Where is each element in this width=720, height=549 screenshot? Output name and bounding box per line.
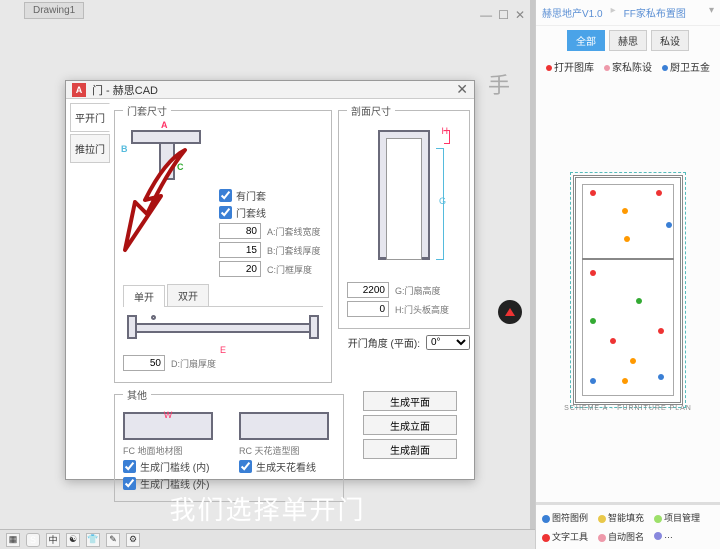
input-b[interactable] <box>219 242 261 258</box>
right-panel-header: 赫思地产V1.0 ▸ FF家私布置图 ▾ <box>536 0 720 26</box>
open-angle-select[interactable]: 0° <box>426 335 470 350</box>
frame-diagram: A B C <box>123 124 213 184</box>
tool-item[interactable]: 智能填充 <box>598 511 644 524</box>
other-legend: 其他 <box>123 387 151 402</box>
input-h[interactable] <box>347 301 389 317</box>
rp-link-version[interactable]: 赫思地产V1.0 <box>542 5 603 20</box>
status-icon-4[interactable]: ✎ <box>106 533 120 547</box>
status-lang[interactable]: 中 <box>46 533 60 547</box>
dialog-title: 门 - 赫思CAD <box>92 82 158 98</box>
tool-item[interactable]: 图符图例 <box>542 511 588 524</box>
legend-item[interactable]: 家私陈设 <box>604 59 652 74</box>
document-tab[interactable]: Drawing1 <box>24 2 84 19</box>
rc-label: RC 天花造型图 <box>239 444 335 457</box>
door-type-tabs: 平开门 推拉门 <box>70 103 110 502</box>
input-d[interactable] <box>123 355 165 371</box>
fc-label: FC 地面地材图 <box>123 444 219 457</box>
chk-frame-line[interactable]: 门套线 <box>219 205 323 220</box>
tools-row: 图符图例智能填充项目管理文字工具自动图名 … <box>536 502 720 549</box>
window-controls: — ☐ ✕ <box>480 8 525 22</box>
section-size-legend: 剖面尺寸 <box>347 103 395 118</box>
chevron-down-icon[interactable]: ▾ <box>709 5 714 20</box>
close-icon[interactable]: ✕ <box>515 8 525 22</box>
plan-caption: SCHEME A · FURNITURE PLAN <box>536 405 720 412</box>
chk-fc2[interactable]: 生成门槛线 (外) <box>123 476 219 491</box>
section-diagram: H G <box>364 126 444 276</box>
switch-all[interactable]: 全部 <box>567 30 605 51</box>
btn-gen-plan[interactable]: 生成平面 <box>363 391 457 411</box>
app-icon: A <box>72 83 86 97</box>
input-a[interactable] <box>219 223 261 239</box>
compass-icon[interactable] <box>498 300 522 324</box>
legend-item[interactable]: 厨卫五金 <box>662 59 710 74</box>
category-legend: 打开图库家私陈设厨卫五金 <box>536 55 720 78</box>
floorplan-preview[interactable]: SCHEME A · FURNITURE PLAN <box>536 78 720 502</box>
vtab-swing[interactable]: 平开门 <box>70 103 110 132</box>
tool-item[interactable]: 项目管理 <box>654 511 700 524</box>
restore-icon[interactable]: ☐ <box>498 8 509 22</box>
tool-item[interactable]: 自动图名 <box>598 530 644 543</box>
min-icon[interactable]: — <box>480 8 492 22</box>
right-panel: 赫思地产V1.0 ▸ FF家私布置图 ▾ 全部 赫思 私设 打开图库家私陈设厨卫… <box>535 0 720 549</box>
frame-size-legend: 门套尺寸 <box>123 103 171 118</box>
ime-icon[interactable]: S <box>26 533 40 547</box>
tool-item[interactable]: … <box>654 530 673 543</box>
dialog-close-icon[interactable]: ✕ <box>456 81 468 98</box>
htab-single[interactable]: 单开 <box>123 285 165 307</box>
leaf-plan-diagram: E <box>125 313 321 351</box>
status-icon-5[interactable]: ⚙ <box>126 533 140 547</box>
chk-has-frame[interactable]: 有门套 <box>219 188 323 203</box>
frame-size-group: 门套尺寸 A B C 有门套 门套线 A:门套线宽度 B:门套线厚度 C:门框厚… <box>114 103 332 383</box>
section-size-group: 剖面尺寸 H G G:门扇高度 H:门头板高度 <box>338 103 470 329</box>
input-g[interactable] <box>347 282 389 298</box>
chk-fc1[interactable]: 生成门槛线 (内) <box>123 459 219 474</box>
video-subtitle: 我们选择单开门 <box>0 490 535 527</box>
fc-tile: W <box>123 412 213 440</box>
vtab-sliding[interactable]: 推拉门 <box>70 134 110 163</box>
input-c[interactable] <box>219 261 261 277</box>
filter-switch: 全部 赫思 私设 <box>536 26 720 55</box>
status-icon-2[interactable]: ☯ <box>66 533 80 547</box>
open-angle-row: 开门角度 (平面): 0° <box>338 333 470 352</box>
decor-glyph: 手 <box>488 68 510 100</box>
btn-gen-elev[interactable]: 生成立面 <box>363 415 457 435</box>
door-dialog: A 门 - 赫思CAD ✕ 平开门 推拉门 门套尺寸 A B C 有门套 <box>65 80 475 480</box>
generate-buttons: 生成平面 生成立面 生成剖面 <box>350 387 470 502</box>
rc-tile <box>239 412 329 440</box>
btn-gen-sect[interactable]: 生成剖面 <box>363 439 457 459</box>
rp-link-layout[interactable]: FF家私布置图 <box>624 5 686 20</box>
status-icon-3[interactable]: 👕 <box>86 533 100 547</box>
htab-double[interactable]: 双开 <box>167 284 209 306</box>
status-icon-1[interactable]: ▦ <box>6 533 20 547</box>
dialog-titlebar[interactable]: A 门 - 赫思CAD ✕ <box>66 81 474 99</box>
legend-item[interactable]: 打开图库 <box>546 59 594 74</box>
leaf-tabs: 单开 双开 <box>123 284 323 307</box>
chk-rc1[interactable]: 生成天花看线 <box>239 459 335 474</box>
switch-b[interactable]: 私设 <box>651 30 689 51</box>
switch-a[interactable]: 赫思 <box>609 30 647 51</box>
status-bar: ▦ S 中 ☯ 👕 ✎ ⚙ <box>0 529 535 549</box>
other-group: 其他 W FC 地面地材图 生成门槛线 (内) 生成门槛线 (外) RC 天花造… <box>114 387 344 502</box>
tool-item[interactable]: 文字工具 <box>542 530 588 543</box>
